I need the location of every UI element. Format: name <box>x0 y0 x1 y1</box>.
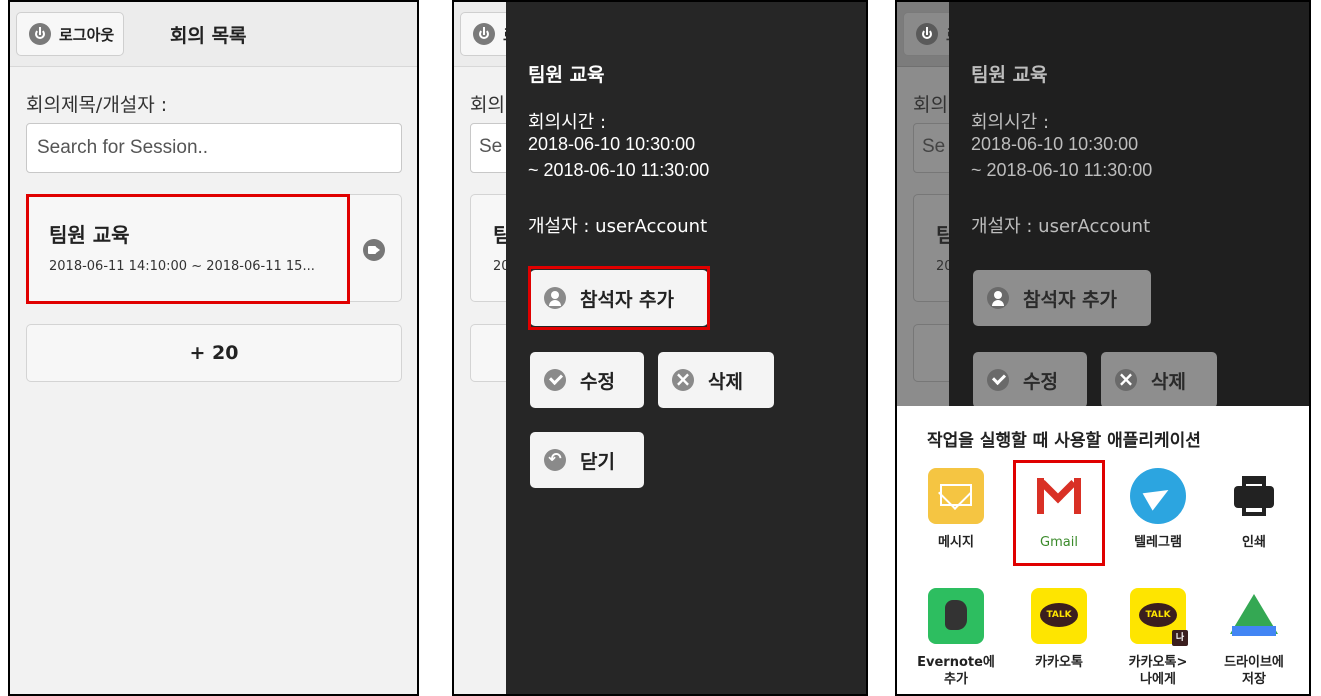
close-button[interactable]: 닫기 <box>530 432 644 488</box>
time-label: 회의시간 : <box>528 112 607 133</box>
check-icon <box>987 369 1009 391</box>
app-telegram[interactable]: 텔레그램 <box>1113 468 1203 551</box>
share-sheet: 작업을 실행할 때 사용할 애플리케이션 메시지 Gmail 텔레그램 인쇄 E… <box>897 406 1309 694</box>
edit-label: 수정 <box>580 370 615 393</box>
end-time: ~ 2018-06-10 11:30:00 <box>528 160 710 180</box>
delete-button[interactable]: 삭제 <box>658 352 774 408</box>
app-label-line1: Evernote에 <box>917 655 995 670</box>
check-icon <box>544 369 566 391</box>
app-bar: 로그아웃 회의 목록 <box>10 2 417 67</box>
delete-label: 삭제 <box>1151 370 1186 393</box>
drive-icon <box>1226 588 1282 644</box>
drawer-title: 팀원 교육 <box>971 64 1048 86</box>
app-kakaotalk-me[interactable]: 카카오톡> 나에게 <box>1113 588 1203 688</box>
search-label-dimmed: 회의 <box>913 94 948 116</box>
time-label: 회의시간 : <box>971 112 1050 133</box>
app-label: 텔레그램 <box>1134 535 1182 550</box>
app-kakaotalk[interactable]: 카카오톡 <box>1014 588 1104 671</box>
share-sheet-title: 작업을 실행할 때 사용할 애플리케이션 <box>927 431 1201 451</box>
app-label-line1: 드라이브에 <box>1224 655 1284 670</box>
search-label: 회의제목/개설자 : <box>26 94 168 116</box>
app-message[interactable]: 메시지 <box>911 468 1001 551</box>
highlight-box-gmail <box>1013 460 1105 566</box>
edit-label: 수정 <box>1023 370 1058 393</box>
session-list-screen: 로그아웃 회의 목록 회의제목/개설자 : 팀원 교육 2018-06-11 1… <box>8 0 419 696</box>
back-arrow-icon <box>544 449 566 471</box>
end-time: ~ 2018-06-10 11:30:00 <box>971 160 1153 180</box>
logout-button[interactable]: 로그아웃 <box>16 12 124 56</box>
delete-label: 삭제 <box>708 370 743 393</box>
search-label-behind: 회의 <box>470 94 505 116</box>
app-label-line2: 나에게 <box>1140 672 1176 687</box>
logout-label: 로그아웃 <box>59 25 115 44</box>
power-icon <box>916 23 938 45</box>
app-evernote[interactable]: Evernote에 추가 <box>911 588 1001 688</box>
close-circle-icon <box>1115 367 1137 391</box>
kakaotalk-me-icon <box>1130 588 1188 646</box>
share-sheet-screen: 로 회의 Se 팀 20 팀원 교육 회의시간 : 2018-06-10 10:… <box>895 0 1311 696</box>
edit-button-dimmed: 수정 <box>973 352 1087 408</box>
print-icon <box>1226 468 1282 524</box>
app-drive[interactable]: 드라이브에 저장 <box>1209 588 1299 688</box>
kakaotalk-icon <box>1031 588 1087 644</box>
video-camera-icon[interactable] <box>363 239 385 261</box>
power-icon <box>29 23 51 45</box>
app-label-line2: 저장 <box>1242 672 1266 687</box>
app-label-line2: 추가 <box>944 672 968 687</box>
app-label: 카카오톡 <box>1035 655 1083 670</box>
session-drawer: 팀원 교육 회의시간 : 2018-06-10 10:30:00 ~ 2018-… <box>506 2 866 694</box>
app-label: 메시지 <box>938 535 974 550</box>
session-detail-screen: 로 회의 Se 팀 20 팀원 교육 회의시간 : 2018-06-10 10:… <box>452 0 868 696</box>
highlight-box-add-participant <box>528 266 710 330</box>
app-label-line1: 카카오톡> <box>1128 655 1188 670</box>
search-input[interactable] <box>26 123 402 173</box>
telegram-icon <box>1130 468 1186 524</box>
start-time: 2018-06-10 10:30:00 <box>971 134 1139 154</box>
power-icon <box>473 23 495 45</box>
delete-button-dimmed: 삭제 <box>1101 352 1217 408</box>
evernote-icon <box>928 588 984 644</box>
edit-button[interactable]: 수정 <box>530 352 644 408</box>
close-label: 닫기 <box>580 450 615 473</box>
add-participant-button-dimmed: 참석자 추가 <box>973 270 1151 326</box>
drawer-title: 팀원 교육 <box>528 64 605 86</box>
owner-label: 개설자 : userAccount <box>971 216 1151 237</box>
app-print[interactable]: 인쇄 <box>1209 468 1299 551</box>
load-more-button[interactable]: + 20 <box>26 324 402 382</box>
owner-label: 개설자 : userAccount <box>528 216 708 237</box>
message-icon <box>928 468 984 524</box>
highlight-box-session <box>26 194 350 304</box>
page-title: 회의 목록 <box>170 25 247 47</box>
start-time: 2018-06-10 10:30:00 <box>528 134 696 154</box>
close-circle-icon <box>672 367 694 391</box>
add-participant-label: 참석자 추가 <box>1023 288 1118 311</box>
app-label: 인쇄 <box>1242 535 1266 550</box>
user-icon <box>987 287 1009 309</box>
